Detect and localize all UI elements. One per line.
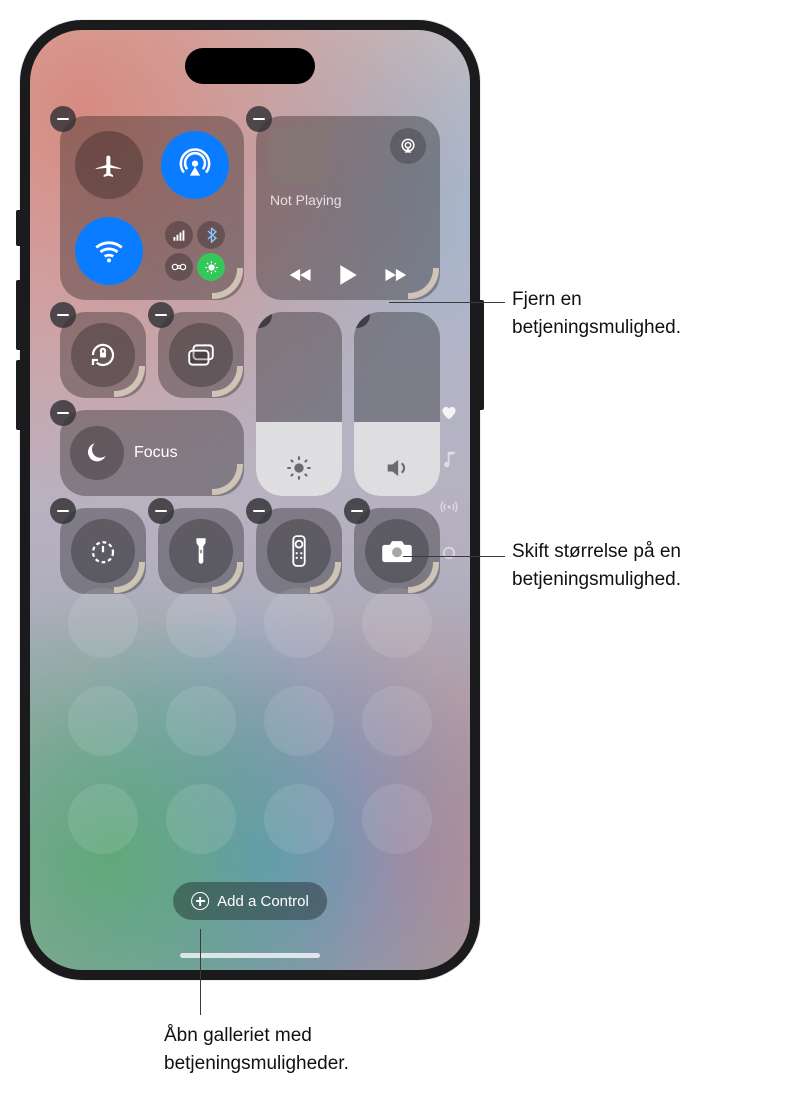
airdrop-icon	[178, 148, 212, 182]
add-control-label: Add a Control	[217, 893, 309, 910]
remove-control-button[interactable]	[50, 106, 76, 132]
phone-side-button	[480, 300, 484, 410]
remove-control-button[interactable]	[354, 312, 370, 328]
screen-mirroring-button[interactable]	[158, 312, 244, 398]
callout-line	[200, 929, 201, 1015]
empty-placeholders	[58, 580, 442, 862]
empty-slot[interactable]	[166, 588, 236, 658]
resize-handle[interactable]	[114, 366, 148, 400]
empty-slot[interactable]	[264, 784, 334, 854]
remove-control-button[interactable]	[246, 106, 272, 132]
phone-frame: Not Playing	[20, 20, 480, 980]
bluetooth-icon	[197, 221, 225, 249]
remote-icon	[291, 535, 307, 567]
control-center-grid: Not Playing	[58, 116, 442, 594]
airdrop-button[interactable]	[161, 131, 229, 199]
airplane-mode-button[interactable]	[75, 131, 143, 199]
forward-icon	[382, 266, 408, 284]
moon-icon	[84, 440, 110, 466]
heart-icon	[440, 404, 458, 420]
camera-icon	[381, 538, 413, 564]
now-playing-title: Not Playing	[270, 192, 426, 208]
empty-slot[interactable]	[166, 784, 236, 854]
resize-handle[interactable]	[408, 562, 442, 596]
callout-line	[403, 556, 505, 557]
now-playing-artwork	[270, 128, 326, 184]
brightness-slider[interactable]	[256, 312, 342, 496]
resize-handle[interactable]	[114, 562, 148, 596]
flashlight-icon	[192, 536, 210, 566]
resize-handle[interactable]	[212, 464, 246, 498]
empty-slot[interactable]	[68, 784, 138, 854]
callout-resize: Skift størrelse på en betjeningsmulighed…	[512, 538, 681, 593]
antenna-icon	[440, 498, 458, 516]
connectivity-tile[interactable]	[60, 116, 244, 300]
resize-handle[interactable]	[212, 268, 246, 302]
circle-icon	[442, 546, 456, 560]
music-note-icon	[442, 450, 457, 468]
focus-label: Focus	[134, 444, 178, 462]
wifi-button[interactable]	[75, 217, 143, 285]
remove-control-button[interactable]	[50, 498, 76, 524]
callout-remove: Fjern en betjeningsmulighed.	[512, 286, 681, 341]
remove-control-button[interactable]	[50, 400, 76, 426]
callout-line	[389, 302, 505, 303]
cellular-icon	[165, 221, 193, 249]
empty-slot[interactable]	[362, 686, 432, 756]
orientation-lock-button[interactable]	[60, 312, 146, 398]
remove-control-button[interactable]	[148, 302, 174, 328]
remove-control-button[interactable]	[344, 498, 370, 524]
remove-control-button[interactable]	[50, 302, 76, 328]
backward-icon	[288, 266, 314, 284]
play-icon	[338, 264, 358, 286]
next-track-button[interactable]	[382, 266, 408, 284]
empty-slot[interactable]	[264, 588, 334, 658]
empty-slot[interactable]	[362, 588, 432, 658]
remove-control-button[interactable]	[256, 312, 272, 328]
dynamic-island	[185, 48, 315, 84]
speaker-icon	[383, 454, 411, 482]
now-playing-tile[interactable]: Not Playing	[256, 116, 440, 300]
plus-circle-icon	[191, 892, 209, 910]
empty-slot[interactable]	[68, 588, 138, 658]
callout-gallery: Åbn galleriet med betjeningsmuligheder.	[164, 1022, 349, 1077]
add-control-button[interactable]: Add a Control	[173, 882, 327, 920]
wifi-icon	[92, 234, 126, 268]
page-indicator[interactable]	[440, 404, 458, 560]
previous-track-button[interactable]	[288, 266, 314, 284]
play-button[interactable]	[338, 264, 358, 286]
screen: Not Playing	[30, 30, 470, 970]
resize-handle[interactable]	[212, 562, 246, 596]
volume-slider[interactable]	[354, 312, 440, 496]
airplane-icon	[93, 149, 125, 181]
personal-hotspot-icon	[165, 253, 193, 281]
remove-control-button[interactable]	[246, 498, 272, 524]
resize-handle[interactable]	[310, 562, 344, 596]
screen-mirroring-icon	[186, 342, 216, 368]
sun-icon	[285, 454, 313, 482]
airplay-button[interactable]	[390, 128, 426, 164]
airplay-icon	[398, 136, 418, 156]
focus-button[interactable]: Focus	[60, 410, 244, 496]
empty-slot[interactable]	[264, 686, 334, 756]
empty-slot[interactable]	[68, 686, 138, 756]
empty-slot[interactable]	[362, 784, 432, 854]
resize-handle[interactable]	[408, 268, 442, 302]
remove-control-button[interactable]	[148, 498, 174, 524]
resize-handle[interactable]	[212, 366, 246, 400]
empty-slot[interactable]	[166, 686, 236, 756]
